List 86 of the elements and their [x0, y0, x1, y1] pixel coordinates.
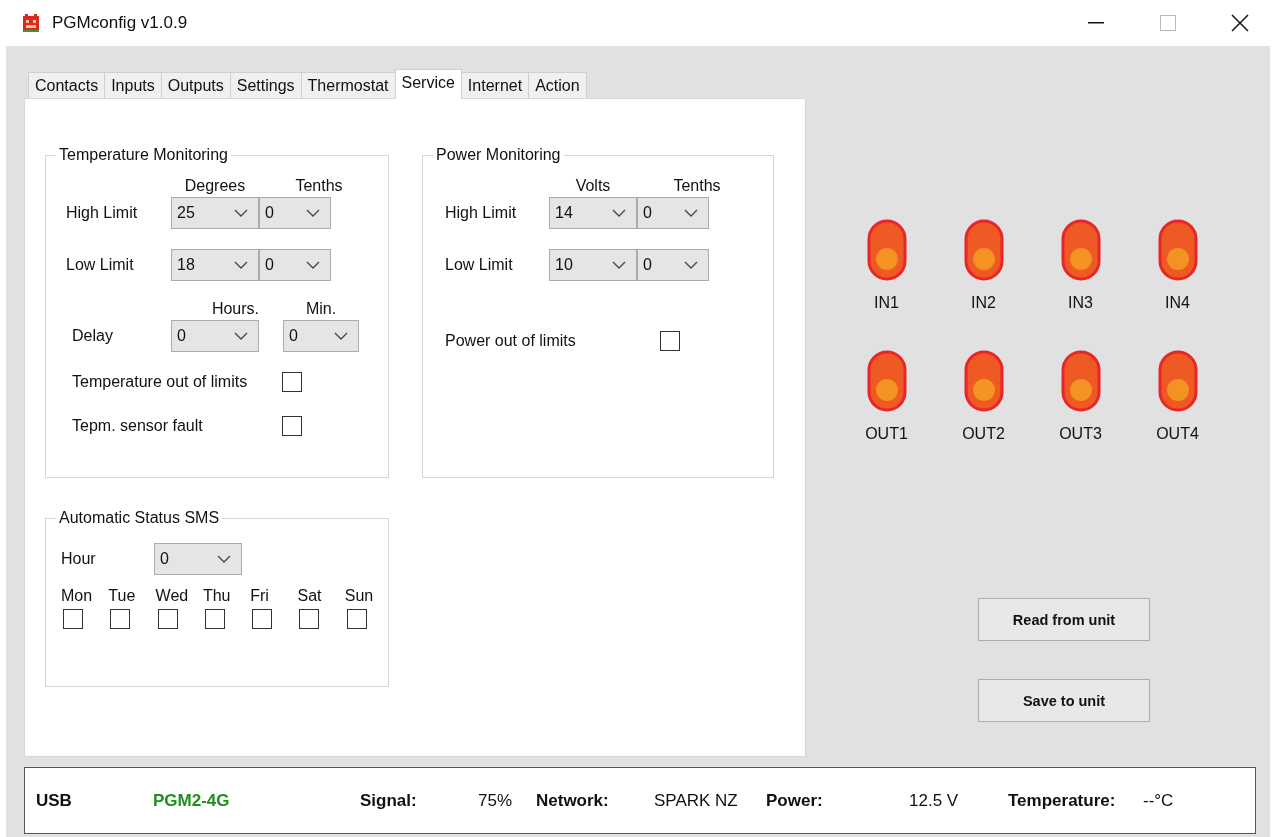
checkbox[interactable]	[252, 609, 273, 629]
device-name: PGM2-4G	[153, 790, 231, 811]
dropdown[interactable]: 0	[259, 196, 331, 229]
status-label: Temperature:	[1008, 790, 1117, 811]
checkbox-label: Temperature out of limits	[72, 372, 249, 391]
led-indicator-icon	[963, 350, 1004, 412]
indicator-label: OUT1	[865, 425, 908, 443]
column-header: Tenths	[673, 176, 721, 196]
indicator-label: IN1	[874, 294, 899, 312]
tab[interactable]: Inputs	[104, 72, 162, 98]
dropdown[interactable]: 0	[637, 196, 709, 229]
indicator-label: IN2	[971, 294, 996, 312]
status-value: 12.5 V	[909, 790, 960, 811]
dropdown[interactable]: 0	[154, 543, 242, 575]
checkbox-label: Power out of limits	[445, 331, 577, 350]
window-title: PGMconfig v1.0.9	[52, 13, 189, 33]
checkbox[interactable]	[299, 609, 320, 629]
status-value: --°C	[1143, 790, 1175, 811]
indicator-label: IN4	[1165, 294, 1190, 312]
day-label: Tue	[108, 587, 137, 605]
row-label: Hour	[61, 550, 97, 568]
tab[interactable]: Thermostat	[300, 72, 396, 98]
led-indicator-icon	[963, 219, 1004, 281]
row-label: High Limit	[66, 203, 139, 222]
action-button[interactable]: Read from unit	[978, 598, 1150, 641]
day-label: Fri	[250, 587, 270, 605]
tab[interactable]: Internet	[460, 72, 530, 98]
led-indicator-icon	[1157, 219, 1198, 281]
column-header: Tenths	[295, 176, 343, 196]
status-label: Signal:	[360, 790, 418, 811]
day-label: Sun	[344, 587, 375, 605]
checkbox[interactable]	[346, 609, 367, 629]
checkbox[interactable]	[282, 371, 302, 392]
led-indicator-icon	[1157, 350, 1198, 412]
app-logo-icon	[22, 13, 40, 33]
checkbox[interactable]	[204, 609, 225, 629]
tab[interactable]: Outputs	[160, 72, 231, 98]
indicator-label: OUT2	[962, 425, 1005, 443]
day-label: Mon	[61, 587, 94, 605]
minimize-icon[interactable]	[1088, 22, 1104, 24]
day-label: Wed	[155, 587, 190, 605]
dropdown[interactable]: 0	[259, 248, 331, 281]
day-label: Sat	[297, 587, 323, 605]
action-button[interactable]: Save to unit	[978, 679, 1150, 722]
tab[interactable]: Contacts	[28, 72, 106, 98]
column-header: Volts	[575, 176, 611, 196]
close-icon[interactable]	[1231, 14, 1249, 32]
status-label: Power:	[766, 790, 824, 811]
dropdown[interactable]: 0	[283, 319, 359, 352]
connection-type: USB	[36, 790, 73, 811]
led-indicator-icon	[1060, 219, 1101, 281]
checkbox[interactable]	[157, 609, 178, 629]
tab[interactable]: Action	[528, 72, 587, 98]
led-indicator-icon	[866, 350, 907, 412]
row-label: Low Limit	[66, 255, 135, 274]
status-value: SPARK NZ	[654, 790, 739, 811]
row-label: Delay	[72, 326, 114, 345]
indicator-label: IN3	[1068, 294, 1093, 312]
indicator-label: OUT4	[1156, 425, 1199, 443]
column-header: Min.	[304, 298, 338, 319]
checkbox[interactable]	[282, 415, 302, 436]
dropdown[interactable]: 10	[549, 248, 637, 281]
dropdown[interactable]: 25	[171, 196, 259, 229]
led-indicator-icon	[1060, 350, 1101, 412]
group-title: Automatic Status SMS	[58, 509, 221, 527]
status-label: Network:	[536, 790, 610, 811]
checkbox[interactable]	[660, 330, 680, 351]
indicator-label: OUT3	[1059, 425, 1102, 443]
dropdown[interactable]: 0	[637, 248, 709, 281]
led-indicator-icon	[866, 219, 907, 281]
tab[interactable]: Settings	[229, 72, 302, 98]
checkbox[interactable]	[63, 609, 83, 629]
group-title: Temperature Monitoring	[58, 146, 229, 164]
dropdown[interactable]: 18	[171, 248, 259, 281]
dropdown[interactable]: 0	[171, 319, 259, 352]
day-label: Thu	[202, 587, 232, 605]
checkbox-label: Tepm. sensor fault	[72, 416, 204, 435]
column-header: Hours.	[210, 298, 259, 319]
tab[interactable]: Service	[394, 69, 462, 99]
column-header: Degrees	[184, 176, 246, 196]
group-title: Power Monitoring	[435, 146, 562, 164]
dropdown[interactable]: 14	[549, 196, 637, 229]
row-label: Low Limit	[445, 255, 514, 274]
status-value: 75%	[478, 790, 514, 811]
checkbox[interactable]	[110, 609, 131, 629]
row-label: High Limit	[445, 203, 518, 222]
